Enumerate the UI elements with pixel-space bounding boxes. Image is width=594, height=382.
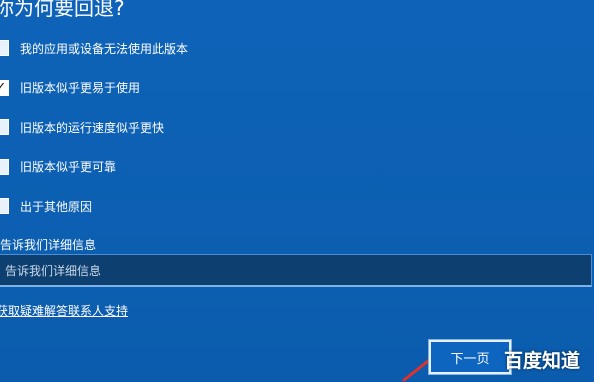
option-label: 旧版本似乎更可靠 bbox=[20, 160, 117, 174]
details-label: 告诉我们详细信息 bbox=[0, 238, 97, 252]
details-input[interactable]: 告诉我们详细信息 bbox=[0, 254, 592, 287]
page-title: 你为何要回退? bbox=[0, 0, 125, 20]
option-app-or-device-not-working[interactable]: 我的应用或设备无法使用此版本 bbox=[0, 38, 188, 58]
option-label: 旧版本的运行速度似乎更快 bbox=[20, 120, 165, 135]
option-older-easier-to-use[interactable]: ✓ 旧版本似乎更易于使用 bbox=[0, 78, 188, 98]
get-help-link[interactable]: 获取疑难解答联系人支持 bbox=[0, 302, 128, 319]
option-label: 我的应用或设备无法使用此版本 bbox=[20, 41, 189, 56]
details-placeholder: 告诉我们详细信息 bbox=[5, 263, 102, 278]
checkbox[interactable] bbox=[0, 119, 9, 135]
rollback-reason-screen: 你为何要回退? 我的应用或设备无法使用此版本 ✓ 旧版本似乎更易于使用 旧版本的… bbox=[0, 0, 594, 382]
option-other-reason[interactable]: 出于其他原因 bbox=[0, 196, 188, 216]
reason-options: 我的应用或设备无法使用此版本 ✓ 旧版本似乎更易于使用 旧版本的运行速度似乎更快… bbox=[0, 38, 188, 236]
watermark-logo: 百度知道 bbox=[504, 350, 581, 372]
next-button[interactable]: 下一页 bbox=[428, 339, 512, 375]
option-older-more-reliable[interactable]: 旧版本似乎更可靠 bbox=[0, 157, 188, 177]
checkbox[interactable] bbox=[0, 158, 9, 175]
checkbox-checked[interactable]: ✓ bbox=[0, 79, 9, 96]
option-label: 旧版本似乎更易于使用 bbox=[20, 81, 141, 95]
checkbox[interactable] bbox=[0, 40, 9, 56]
option-older-faster[interactable]: 旧版本的运行速度似乎更快 bbox=[0, 117, 188, 137]
checkmark-icon: ✓ bbox=[0, 80, 7, 95]
option-label: 出于其他原因 bbox=[20, 199, 93, 214]
checkbox[interactable] bbox=[0, 198, 9, 214]
